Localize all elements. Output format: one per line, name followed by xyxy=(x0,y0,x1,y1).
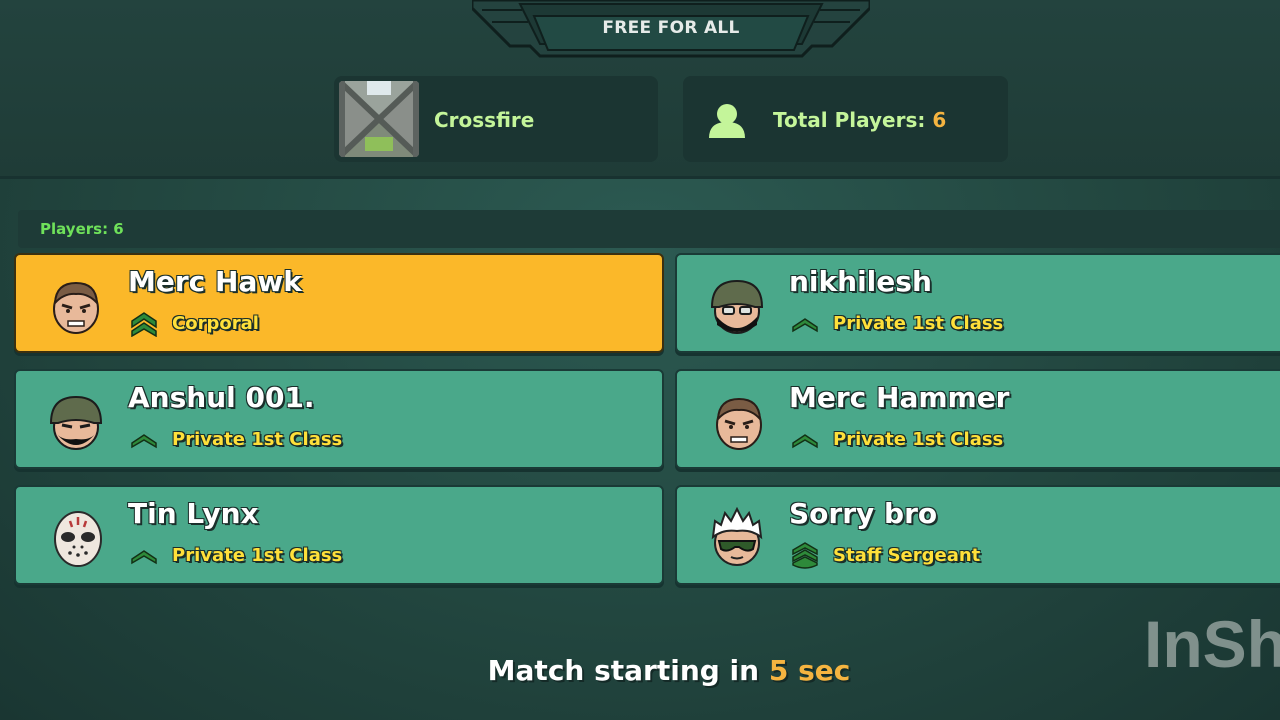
watermark: InSh xyxy=(1144,607,1280,681)
player-card[interactable]: Merc Hammer Private 1st Class xyxy=(675,369,1280,469)
player-card[interactable]: Tin Lynx Private 1st Class xyxy=(14,485,664,585)
helmet-masked-soldier-icon xyxy=(710,279,764,334)
map-thumbnail xyxy=(339,81,419,157)
mode-banner: FREE FOR ALL xyxy=(472,0,870,58)
total-players-label: Total Players: xyxy=(773,108,933,132)
soldier-face-icon xyxy=(53,281,99,334)
soldier-face-icon xyxy=(716,397,762,450)
countdown-prefix: Match starting in xyxy=(487,654,769,687)
player-rank: Staff Sergeant xyxy=(833,545,981,566)
player-name: Merc Hawk xyxy=(128,265,302,298)
total-players-count: 6 xyxy=(932,108,947,132)
player-card[interactable]: Merc Hawk Corporal xyxy=(14,253,664,353)
pfc-chevron-icon xyxy=(792,318,818,333)
player-name: nikhilesh xyxy=(789,265,932,298)
helmet-bearded-soldier-icon xyxy=(49,395,103,450)
player-name: Anshul 001. xyxy=(128,381,315,414)
player-rank: Private 1st Class xyxy=(172,429,343,450)
pfc-chevron-icon xyxy=(131,434,157,449)
pfc-chevron-icon xyxy=(131,550,157,565)
total-players-text: Total Players: 6 xyxy=(773,108,946,132)
player-card[interactable]: Anshul 001. Private 1st Class xyxy=(14,369,664,469)
player-name: Sorry bro xyxy=(789,497,938,530)
countdown-seconds: 5 sec xyxy=(768,654,851,687)
player-rank: Private 1st Class xyxy=(172,545,343,566)
player-name: Tin Lynx xyxy=(128,497,259,530)
top-band: FREE FOR ALL Crossfire Total Players: 6 xyxy=(0,0,1280,179)
total-players-info: Total Players: 6 xyxy=(683,76,1008,162)
player-name: Merc Hammer xyxy=(789,381,1010,414)
corporal-chevron-icon xyxy=(131,312,157,337)
player-rank: Corporal xyxy=(172,313,259,334)
player-rank: Private 1st Class xyxy=(833,429,1004,450)
staff-sergeant-chevron-icon xyxy=(792,542,818,569)
players-list-header: Players: 6 xyxy=(18,210,1280,248)
lobby-screen: FREE FOR ALL Crossfire Total Players: 6 … xyxy=(0,0,1280,720)
white-hair-sunglasses-icon xyxy=(711,507,763,566)
hockey-mask-icon xyxy=(54,511,102,567)
player-rank: Private 1st Class xyxy=(833,313,1004,334)
mode-title: FREE FOR ALL xyxy=(602,18,740,38)
person-icon xyxy=(709,104,745,138)
players-count-label: Players: 6 xyxy=(40,220,124,238)
match-countdown: Match starting in 5 sec xyxy=(0,654,1280,687)
map-info: Crossfire xyxy=(334,76,658,162)
player-card[interactable]: Sorry bro Staff Sergeant xyxy=(675,485,1280,585)
player-card[interactable]: nikhilesh Private 1st Class xyxy=(675,253,1280,353)
pfc-chevron-icon xyxy=(792,434,818,449)
map-name: Crossfire xyxy=(434,108,535,132)
